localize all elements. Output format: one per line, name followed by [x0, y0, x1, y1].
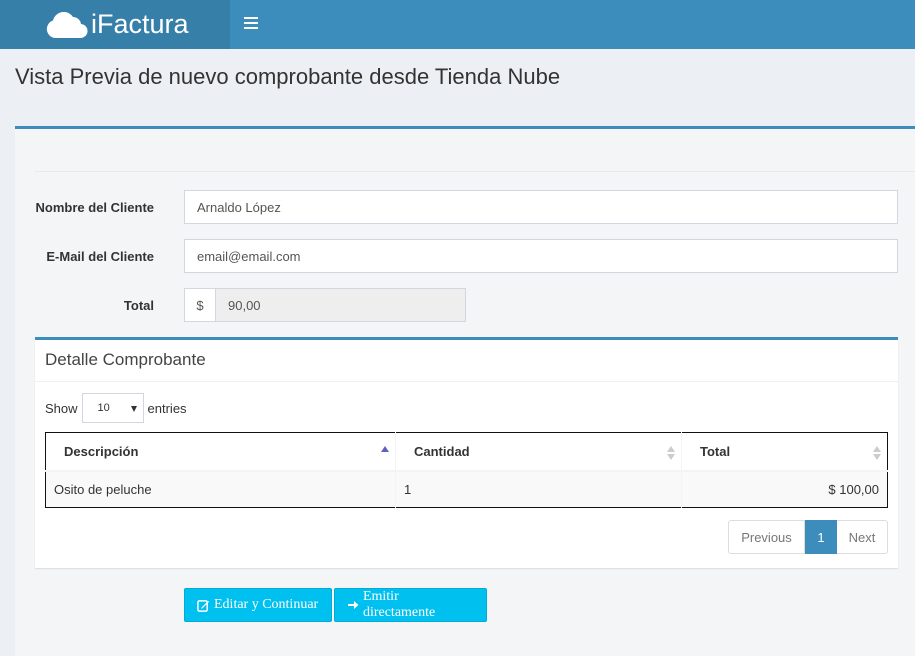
table-header-row: Descripción Cantidad Total: [45, 432, 888, 472]
arrow-right-icon: [347, 601, 359, 609]
currency-addon: $: [184, 288, 216, 322]
edit-continue-label: Editar y Continuar: [214, 597, 319, 612]
column-header-descripcion[interactable]: Descripción: [45, 432, 396, 472]
detail-title: Detalle Comprobante: [35, 340, 898, 382]
client-name-label: Nombre del Cliente: [35, 200, 154, 215]
menu-toggle-icon[interactable]: [244, 16, 258, 30]
emit-directly-button[interactable]: Emitir directamente: [334, 588, 487, 622]
show-label: Show: [45, 400, 78, 416]
page-size-select[interactable]: 10: [81, 393, 144, 423]
entries-label: entries: [147, 400, 187, 416]
pagination: Previous 1 Next: [728, 520, 888, 554]
client-email-input[interactable]: email@email.com: [184, 239, 898, 273]
emit-directly-label: Emitir directamente: [362, 589, 436, 620]
page-size-value: 10: [97, 402, 110, 414]
cell-descripcion: Osito de peluche: [45, 470, 396, 508]
pagination-page-current[interactable]: 1: [805, 520, 837, 554]
app-name: iFactura: [91, 9, 189, 39]
column-header-total[interactable]: Total: [681, 432, 888, 472]
dropdown-arrow-icon: [130, 406, 137, 412]
total-label: Total: [123, 298, 154, 313]
pagination-next[interactable]: Next: [837, 520, 888, 554]
top-navbar: iFactura: [0, 0, 915, 49]
page-size-control: Show 10 entries: [45, 393, 187, 423]
sort-both-icon: [873, 446, 881, 460]
column-header-cantidad[interactable]: Cantidad: [395, 432, 682, 472]
cell-total: $ 100,00: [681, 470, 888, 508]
detail-box: Detalle Comprobante Show 10 entries Desc…: [35, 337, 898, 568]
cloud-icon: [46, 11, 88, 38]
app-logo[interactable]: iFactura: [0, 0, 230, 49]
sort-asc-icon: [381, 446, 389, 460]
edit-icon: [197, 599, 210, 612]
client-name-input[interactable]: Arnaldo López: [184, 190, 898, 224]
page-title: Vista Previa de nuevo comprobante desde …: [15, 64, 561, 89]
total-input-group: $ 90,00: [184, 288, 466, 322]
detail-table: Descripción Cantidad Total Osito de pelu…: [45, 432, 888, 508]
edit-continue-button[interactable]: Editar y Continuar: [184, 588, 332, 622]
client-email-label: E-Mail del Cliente: [46, 249, 154, 264]
pagination-previous[interactable]: Previous: [728, 520, 805, 554]
sort-both-icon: [667, 446, 675, 460]
cell-cantidad: 1: [395, 470, 682, 508]
table-row: Osito de peluche 1 $ 100,00: [45, 470, 888, 508]
total-input: 90,00: [216, 288, 466, 322]
divider: [35, 171, 915, 172]
